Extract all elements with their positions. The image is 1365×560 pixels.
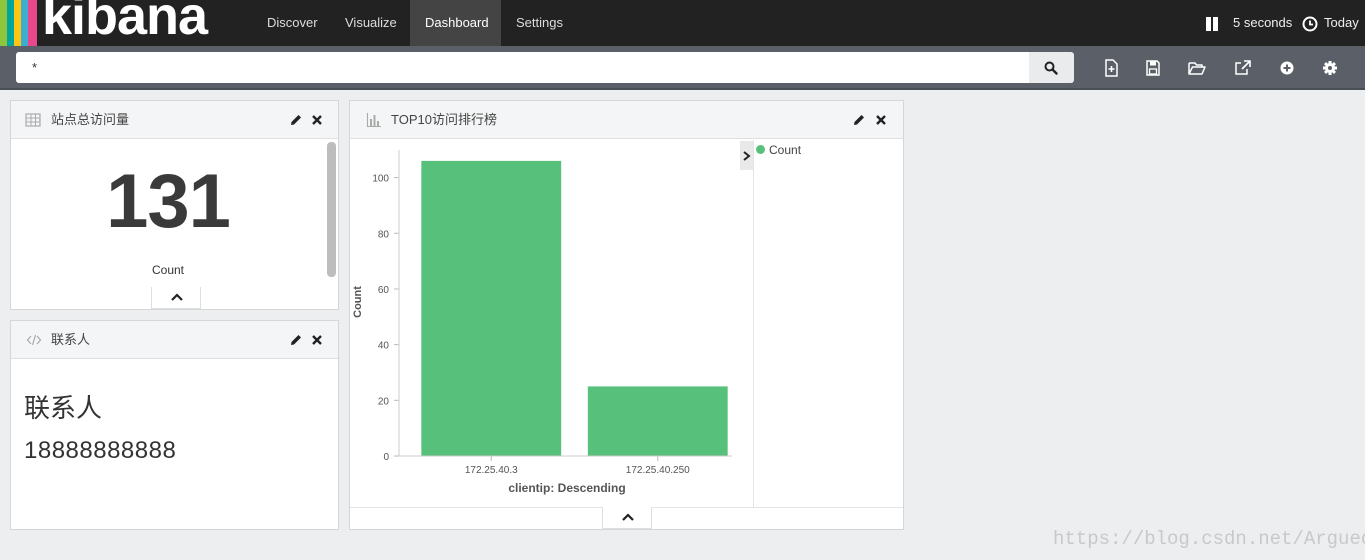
- metric-label: Count: [151, 263, 185, 277]
- logo-wordmark: kibana: [42, 0, 208, 46]
- logo-stripe: [0, 0, 7, 46]
- search-icon: [1044, 61, 1058, 75]
- panel-expand-toggle[interactable]: [151, 287, 201, 309]
- add-panel-icon[interactable]: [1277, 58, 1297, 78]
- logo-stripe: [14, 0, 21, 46]
- search-strip: [0, 46, 1365, 90]
- chevron-up-icon: [622, 513, 634, 521]
- legend-item[interactable]: Count: [756, 142, 801, 158]
- time-range[interactable]: Today: [1324, 0, 1359, 46]
- metric-value: 131: [106, 159, 231, 244]
- tab-discover[interactable]: Discover: [252, 0, 333, 46]
- pause-icon: [1206, 17, 1218, 31]
- clock-icon: [1302, 0, 1318, 46]
- panel-title: 站点总访问量: [51, 112, 130, 127]
- bar-chart-panel: TOP10访问排行榜: [349, 100, 904, 530]
- refresh-interval[interactable]: 5 seconds: [1233, 0, 1292, 46]
- panel-title: TOP10访问排行榜: [391, 112, 497, 127]
- legend-divider: [753, 140, 754, 507]
- close-icon[interactable]: [874, 113, 888, 127]
- search-input[interactable]: [16, 52, 1029, 83]
- logo-stripe: [28, 0, 37, 46]
- edit-pencil-icon[interactable]: [852, 113, 866, 127]
- close-icon[interactable]: [310, 113, 324, 127]
- markdown-phone: 18888888888: [24, 437, 177, 464]
- new-dashboard-icon[interactable]: [1101, 58, 1121, 78]
- tab-dashboard[interactable]: Dashboard: [410, 0, 501, 46]
- open-folder-icon[interactable]: [1187, 58, 1207, 78]
- markdown-heading: 联系人: [24, 393, 103, 423]
- legend-label: Count: [769, 143, 802, 157]
- edit-pencil-icon[interactable]: [289, 113, 303, 127]
- panel-expand-toggle[interactable]: [602, 507, 652, 529]
- scrollbar[interactable]: [327, 142, 336, 277]
- chevron-up-icon: [171, 293, 183, 301]
- logo-stripe: [21, 0, 28, 46]
- panel-header: TOP10访问排行榜: [350, 101, 903, 139]
- share-icon[interactable]: [1233, 58, 1253, 78]
- legend-toggle-button[interactable]: [740, 141, 753, 170]
- top-navbar: kibana Discover Visualize Dashboard Sett…: [0, 0, 1365, 46]
- watermark: https://blog.csdn.net/Argued_D: [1053, 528, 1365, 550]
- markdown-panel: 联系人: [10, 320, 339, 530]
- save-icon[interactable]: [1143, 58, 1163, 78]
- kibana-logo[interactable]: kibana: [0, 0, 252, 46]
- logo-stripe: [7, 0, 14, 46]
- chevron-right-icon: [743, 151, 751, 161]
- panel-header: 联系人: [11, 321, 338, 359]
- legend-dot: [756, 145, 765, 154]
- panel-title: 联系人: [51, 332, 91, 347]
- search-button[interactable]: [1029, 52, 1074, 83]
- panel-header: 站点总访问量: [11, 101, 338, 139]
- close-icon[interactable]: [310, 333, 324, 347]
- pause-button[interactable]: [1204, 0, 1220, 46]
- edit-pencil-icon[interactable]: [289, 333, 303, 347]
- table-icon: [25, 113, 41, 127]
- gear-icon[interactable]: [1320, 58, 1340, 78]
- tab-visualize[interactable]: Visualize: [330, 0, 412, 46]
- code-icon: [26, 334, 42, 346]
- tab-settings[interactable]: Settings: [501, 0, 578, 46]
- bar-chart-icon: [366, 113, 381, 128]
